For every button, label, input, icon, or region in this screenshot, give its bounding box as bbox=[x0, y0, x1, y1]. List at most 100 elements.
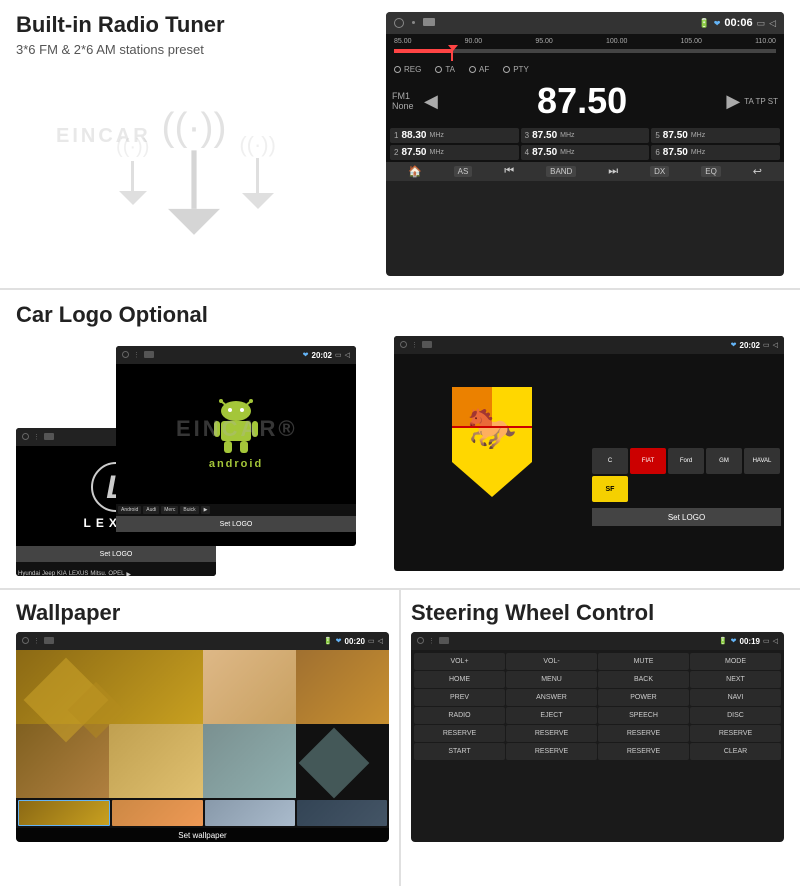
next-button[interactable]: ⏭ bbox=[608, 165, 618, 178]
brand-audi: Audi bbox=[143, 506, 159, 514]
btn-mute[interactable]: MUTE bbox=[598, 653, 689, 670]
section-bottom: Wallpaper ⋮ 🔋 ❤ 00:20 ▭ ◁ bbox=[0, 590, 800, 886]
lexus-set-logo-area[interactable]: Set LOGO bbox=[16, 546, 216, 562]
lexus-menu-icon[interactable]: ⋮ bbox=[33, 433, 40, 441]
dx-button[interactable]: DX bbox=[650, 166, 669, 177]
eq-button[interactable]: EQ bbox=[701, 166, 721, 177]
ferrari-menu-icon[interactable]: ⋮ bbox=[411, 341, 418, 349]
option-reg[interactable]: REG bbox=[394, 65, 421, 74]
ferrari-set-logo-btn: Set LOGO bbox=[668, 513, 705, 522]
freq-slider[interactable] bbox=[394, 49, 776, 61]
btn-mode[interactable]: MODE bbox=[690, 653, 781, 670]
lexus-home-icon[interactable] bbox=[22, 433, 29, 440]
section-steering: Steering Wheel Control ⋮ 🔋 ❤ 00:19 ▭ ◁ bbox=[401, 590, 800, 886]
btn-clear[interactable]: CLEAR bbox=[690, 743, 781, 760]
btn-reserve-4[interactable]: RESERVE bbox=[690, 725, 781, 742]
wp-tile-5 bbox=[109, 724, 202, 798]
antenna-area: EINCAR ((·)) ((·)) ((·)) bbox=[16, 65, 376, 276]
ta-label: TA bbox=[445, 65, 455, 74]
radio-controls: 🏠 AS ⏮ BAND ⏭ DX EQ ↩ bbox=[386, 162, 784, 181]
steer-topbar-icons: ⋮ bbox=[417, 637, 449, 645]
wp-topbar-icons: ⋮ bbox=[22, 637, 54, 645]
antenna-waves-large: ((·)) bbox=[162, 106, 227, 150]
btn-reserve-3[interactable]: RESERVE bbox=[598, 725, 689, 742]
lexus-sim-icon bbox=[44, 433, 54, 440]
btn-vol-minus[interactable]: VOL- bbox=[506, 653, 597, 670]
btn-eject[interactable]: EJECT bbox=[506, 707, 597, 724]
btn-speech[interactable]: SPEECH bbox=[598, 707, 689, 724]
android-topbar: ⋮ ❤ 20:02 ▭ ◁ bbox=[116, 346, 356, 364]
wp-thumb-3[interactable] bbox=[205, 800, 295, 826]
option-pty[interactable]: PTY bbox=[503, 65, 529, 74]
android-home-icon[interactable] bbox=[122, 351, 129, 358]
btn-home[interactable]: HOME bbox=[414, 671, 505, 688]
steer-sim-icon bbox=[439, 637, 449, 644]
freq-bar-container: 85.00 90.00 95.00 100.00 105.00 110.00 bbox=[386, 34, 784, 63]
cast-icon: ▭ bbox=[757, 18, 766, 29]
android-menu-icon[interactable]: ⋮ bbox=[133, 351, 140, 359]
btn-radio[interactable]: RADIO bbox=[414, 707, 505, 724]
home-icon[interactable] bbox=[394, 18, 404, 28]
prev-freq-button[interactable]: ◀ bbox=[424, 91, 438, 112]
brand-arrow: ▶ bbox=[126, 571, 131, 577]
set-wallpaper-label[interactable]: Set wallpaper bbox=[16, 828, 389, 842]
wp-image-area bbox=[16, 650, 389, 798]
btn-answer[interactable]: ANSWER bbox=[506, 689, 597, 706]
prev-button[interactable]: ⏮ bbox=[504, 165, 514, 178]
wp-menu-icon[interactable]: ⋮ bbox=[33, 637, 40, 645]
steering-btn-grid: VOL+ VOL- MUTE MODE HOME MENU BACK NEXT … bbox=[411, 650, 784, 763]
menu-dots-icon[interactable] bbox=[412, 21, 415, 24]
btn-reserve-5[interactable]: RESERVE bbox=[506, 743, 597, 760]
option-af[interactable]: AF bbox=[469, 65, 489, 74]
band-button[interactable]: BAND bbox=[546, 166, 576, 177]
wp-thumb-2[interactable] bbox=[112, 800, 202, 826]
preset-1[interactable]: 1 88.30 MHz bbox=[390, 128, 519, 143]
btn-reserve-2[interactable]: RESERVE bbox=[506, 725, 597, 742]
ferrari-home-icon[interactable] bbox=[400, 341, 407, 348]
preset-2[interactable]: 2 87.50 MHz bbox=[390, 145, 519, 160]
wp-wifi-icon: ❤ bbox=[336, 637, 342, 645]
back-ctrl-button[interactable]: ↩ bbox=[753, 165, 762, 178]
btn-vol-plus[interactable]: VOL+ bbox=[414, 653, 505, 670]
antenna-large: ((·)) bbox=[162, 106, 227, 235]
steer-topbar-right: 🔋 ❤ 00:19 ▭ ◁ bbox=[719, 637, 778, 646]
brand-buick: Buick bbox=[180, 506, 198, 514]
preset-6[interactable]: 6 87.50 MHz bbox=[651, 145, 780, 160]
preset-5[interactable]: 5 87.50 MHz bbox=[651, 128, 780, 143]
wp-thumb-1[interactable] bbox=[18, 800, 110, 826]
ferrari-shield-svg: 🐎 bbox=[452, 387, 532, 497]
wp-sim-icon bbox=[44, 637, 54, 644]
preset-3[interactable]: 3 87.50 MHz bbox=[521, 128, 650, 143]
preset-4[interactable]: 4 87.50 MHz bbox=[521, 145, 650, 160]
btn-back[interactable]: BACK bbox=[598, 671, 689, 688]
btn-navi[interactable]: NAVI bbox=[690, 689, 781, 706]
btn-disc[interactable]: DISC bbox=[690, 707, 781, 724]
radio-options: REG TA AF PTY bbox=[386, 63, 784, 76]
android-set-logo-area[interactable]: Set LOGO bbox=[116, 516, 356, 532]
btn-next[interactable]: NEXT bbox=[690, 671, 781, 688]
antenna-medium: ((·)) bbox=[239, 132, 276, 209]
steer-home-icon[interactable] bbox=[417, 637, 424, 644]
next-freq-button[interactable]: ▶ bbox=[726, 91, 740, 112]
as-button[interactable]: AS bbox=[454, 166, 473, 177]
btn-reserve-6[interactable]: RESERVE bbox=[598, 743, 689, 760]
preset-6-freq: 87.50 bbox=[663, 147, 688, 158]
ferrari-set-logo-area[interactable]: Set LOGO bbox=[592, 508, 781, 526]
wp-home-icon[interactable] bbox=[22, 637, 29, 644]
antenna-pole-medium bbox=[256, 158, 259, 193]
btn-menu[interactable]: MENU bbox=[506, 671, 597, 688]
btn-reserve-1[interactable]: RESERVE bbox=[414, 725, 505, 742]
option-ta[interactable]: TA bbox=[435, 65, 455, 74]
ferrari-wifi-icon: ❤ bbox=[731, 341, 737, 349]
btn-start[interactable]: START bbox=[414, 743, 505, 760]
wp-thumb-4[interactable] bbox=[297, 800, 387, 826]
wp-topbar-right: 🔋 ❤ 00:20 ▭ ◁ bbox=[324, 637, 383, 646]
ta-dot bbox=[435, 66, 442, 73]
preset-row-2: 2 87.50 MHz 4 87.50 MHz 6 87.50 MHz bbox=[390, 145, 780, 160]
preset-2-num: 2 bbox=[394, 148, 398, 157]
steer-menu-icon[interactable]: ⋮ bbox=[428, 637, 435, 645]
home-ctrl-button[interactable]: 🏠 bbox=[408, 165, 422, 178]
preset-6-unit: MHz bbox=[691, 149, 705, 156]
btn-prev[interactable]: PREV bbox=[414, 689, 505, 706]
btn-power[interactable]: POWER bbox=[598, 689, 689, 706]
